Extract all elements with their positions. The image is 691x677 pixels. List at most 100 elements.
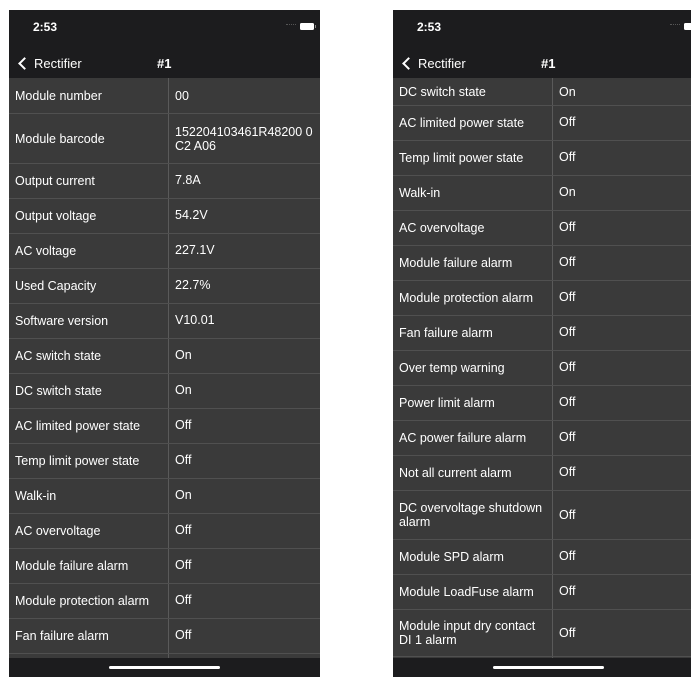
row-label: Software version: [15, 314, 109, 328]
row-value: Off: [559, 626, 576, 640]
signal-icon: [670, 24, 680, 27]
detail-table[interactable]: Module number 00 Module barcode 15220410…: [9, 78, 320, 658]
table-row: DC switch state On: [9, 374, 320, 409]
row-label: Module input dry contact DI 1 alarm: [399, 619, 536, 647]
row-label: Module number: [15, 88, 102, 103]
row-value: 227.1V: [175, 243, 215, 257]
row-value: Off: [559, 115, 576, 129]
status-bar: 2:53: [9, 10, 320, 47]
row-label: Module barcode: [15, 131, 105, 146]
table-row: Software version V10.01: [9, 304, 320, 339]
row-label: Over temp warning: [399, 361, 505, 375]
table-row: Temp limit power state Off: [9, 444, 320, 479]
row-value: Off: [175, 628, 192, 642]
row-label: AC limited power state: [15, 419, 141, 433]
table-row: Used Capacity 22.7%: [9, 269, 320, 304]
phone-screen-right: 2:53 Rectifier #1 DC switch state On AC …: [393, 10, 691, 677]
table-row: Over temp warning Off: [393, 351, 691, 386]
table-row: DC overvoltage shutdown alarm Off: [393, 491, 691, 540]
row-label: Fan failure alarm: [15, 629, 109, 643]
table-row: Module LoadFuse alarm Off: [393, 575, 691, 610]
back-button[interactable]: Rectifier: [401, 53, 466, 73]
row-value: Off: [559, 430, 576, 444]
row-value: 00: [175, 88, 189, 103]
row-label: Output current: [15, 174, 95, 188]
table-row: Output current 7.8A: [9, 164, 320, 199]
row-value: On: [559, 84, 576, 99]
chevron-left-icon: [402, 56, 415, 70]
row-label: AC overvoltage: [15, 524, 101, 538]
row-label: AC voltage: [15, 244, 77, 258]
table-row: AC overvoltage Off: [9, 514, 320, 549]
table-row: AC power failure alarm Off: [393, 421, 691, 456]
page-title: #1: [157, 56, 172, 71]
row-label: Module SPD alarm: [399, 550, 504, 564]
signal-icon: [286, 24, 296, 27]
row-label: AC limited power state: [399, 116, 525, 130]
table-row: Power limit alarm Off: [393, 386, 691, 421]
home-indicator-area: [9, 658, 320, 677]
row-label: AC power failure alarm: [399, 431, 527, 445]
table-row: Module failure alarm Off: [9, 549, 320, 584]
row-label: Temp limit power state: [399, 151, 524, 165]
row-value: V10.01: [175, 313, 215, 327]
home-indicator[interactable]: [109, 666, 220, 669]
row-value: Off: [559, 220, 576, 234]
row-value: Off: [559, 255, 576, 269]
nav-bar: Rectifier #1: [9, 47, 320, 78]
table-row: Module failure alarm Off: [393, 246, 691, 281]
row-value: Off: [559, 360, 576, 374]
row-label: Output voltage: [15, 209, 97, 223]
table-row: Fan failure alarm Off: [9, 619, 320, 654]
back-label: Rectifier: [34, 55, 82, 71]
row-label: Used Capacity: [15, 279, 97, 293]
table-row: DC switch state On: [393, 78, 691, 106]
table-row: Module SPD alarm Off: [393, 540, 691, 575]
row-label: DC overvoltage shutdown alarm: [399, 501, 543, 529]
phone-screen-left: 2:53 Rectifier #1 Module number 00 Modul…: [9, 10, 320, 677]
row-label: DC switch state: [15, 384, 102, 398]
row-value: Off: [175, 593, 192, 607]
row-value: Off: [175, 558, 192, 572]
row-value: Off: [559, 508, 576, 522]
home-indicator[interactable]: [493, 666, 604, 669]
table-row: AC limited power state Off: [393, 106, 691, 141]
table-row: Temp limit power state Off: [393, 141, 691, 176]
row-value: Off: [175, 523, 192, 537]
row-value: On: [175, 348, 192, 362]
row-value: On: [175, 383, 192, 397]
table-row: Walk-in On: [9, 479, 320, 514]
row-label: Fan failure alarm: [399, 326, 493, 340]
row-value: On: [559, 185, 576, 199]
table-row: AC voltage 227.1V: [9, 234, 320, 269]
row-label: Module protection alarm: [15, 594, 150, 608]
table-row: AC limited power state Off: [9, 409, 320, 444]
row-label: Walk-in: [399, 186, 441, 200]
row-label: Module failure alarm: [15, 559, 129, 573]
table-row: AC overvoltage Off: [393, 211, 691, 246]
row-value: On: [175, 488, 192, 502]
row-value: Off: [559, 290, 576, 304]
battery-icon: [684, 23, 691, 30]
row-label: AC switch state: [15, 349, 102, 363]
table-row: Module number 00: [9, 78, 320, 114]
row-value: Off: [559, 465, 576, 479]
back-button[interactable]: Rectifier: [17, 53, 82, 73]
home-indicator-area: [393, 658, 691, 677]
row-value: Off: [559, 325, 576, 339]
table-row: Module protection alarm Off: [9, 584, 320, 619]
row-value: 7.8A: [175, 173, 201, 187]
page-title: #1: [541, 56, 556, 71]
row-value: Off: [559, 395, 576, 409]
detail-table[interactable]: DC switch state On AC limited power stat…: [393, 78, 691, 658]
status-time: 2:53: [417, 20, 442, 34]
table-row: Walk-in On: [393, 176, 691, 211]
row-label: Not all current alarm: [399, 466, 512, 480]
table-row: Not all current alarm Off: [393, 456, 691, 491]
status-time: 2:53: [33, 20, 58, 34]
row-label: Module LoadFuse alarm: [399, 585, 534, 599]
row-label: Power limit alarm: [399, 396, 495, 410]
row-value: 54.2V: [175, 208, 208, 222]
row-value: Off: [175, 453, 192, 467]
row-label: AC overvoltage: [399, 221, 485, 235]
